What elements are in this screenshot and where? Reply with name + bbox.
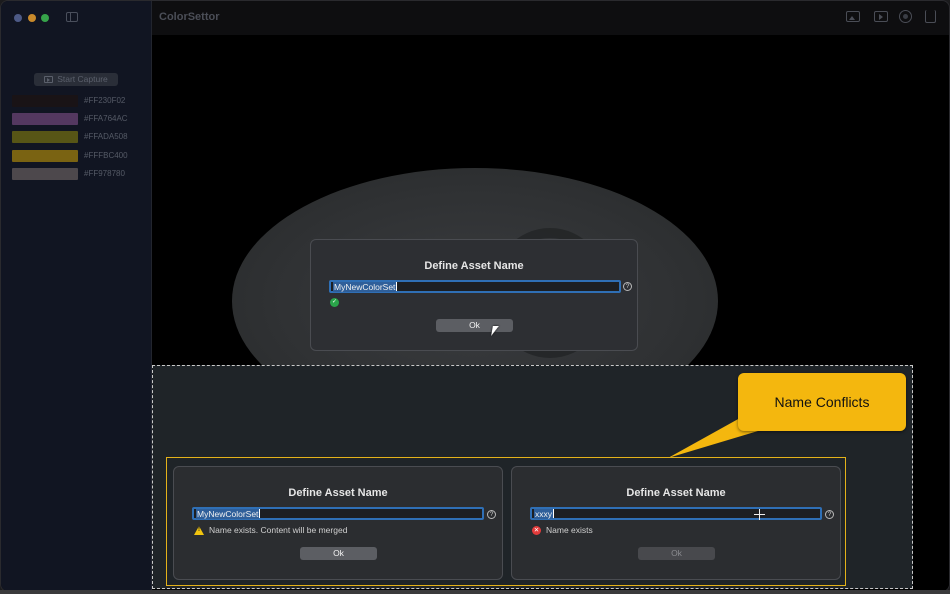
warning-icon	[194, 525, 204, 535]
swatch-hex: #FFADA508	[84, 132, 128, 141]
bottom-edge	[0, 590, 950, 594]
photo-icon[interactable]	[846, 11, 860, 22]
maximize-window-button[interactable]	[41, 14, 49, 22]
asset-name-value: MyNewColorSet	[333, 281, 397, 292]
swatch-hex: #FFA764AC	[84, 114, 128, 123]
help-icon[interactable]: ?	[825, 510, 834, 519]
minimize-window-button[interactable]	[28, 14, 36, 22]
start-capture-button[interactable]: Start Capture	[34, 73, 118, 86]
define-asset-dialog: Define Asset Name MyNewColorSet ? ✓ Ok	[310, 239, 638, 351]
asset-name-input[interactable]: MyNewColorSet	[192, 507, 484, 520]
asset-name-input[interactable]: MyNewColorSet	[329, 280, 621, 293]
ok-button[interactable]: Ok	[300, 547, 377, 560]
swatch-hex: #FF978780	[84, 169, 125, 178]
dialog-title: Define Asset Name	[424, 260, 524, 272]
app-title: ColorSettor	[159, 11, 220, 23]
error-message-text: Name exists	[546, 525, 593, 535]
warning-message: Name exists. Content will be merged	[194, 525, 347, 535]
check-icon: ✓	[330, 298, 339, 307]
swatch-row[interactable]: #FF978780	[12, 167, 142, 180]
swatch-hex: #FF230F02	[84, 96, 126, 105]
name-conflicts-callout: Name Conflicts	[738, 373, 906, 431]
dialog-title: Define Asset Name	[626, 487, 726, 499]
dialog-title: Define Asset Name	[288, 487, 388, 499]
eye-icon[interactable]	[899, 10, 912, 23]
ok-button[interactable]: Ok	[436, 319, 513, 332]
error-message: ✕ Name exists	[532, 525, 593, 535]
swatch-color	[12, 112, 78, 125]
warning-message-text: Name exists. Content will be merged	[209, 525, 348, 535]
crosshair-cursor-icon	[754, 509, 765, 520]
help-icon[interactable]: ?	[623, 282, 632, 291]
start-capture-label: Start Capture	[57, 74, 108, 84]
merge-warning-dialog: Define Asset Name MyNewColorSet ? Name e…	[173, 466, 503, 580]
asset-name-input[interactable]: xxxy	[530, 507, 822, 520]
ok-button-disabled[interactable]: Ok	[638, 547, 715, 560]
swatch-color	[12, 94, 78, 107]
asset-name-value: xxxy	[534, 508, 553, 519]
name-exists-dialog: Define Asset Name xxxy ? ✕ Name exists O…	[511, 466, 841, 580]
swatch-color	[12, 167, 78, 180]
sidebar: Start Capture #FF230F02 #FFA764AC #FFADA…	[1, 1, 152, 591]
help-icon[interactable]: ?	[487, 510, 496, 519]
swatch-color	[12, 130, 78, 143]
swatch-row[interactable]: #FF230F02	[12, 94, 142, 107]
swatch-hex: #FFFBC400	[84, 151, 128, 160]
asset-name-value: MyNewColorSet	[196, 508, 260, 519]
swatch-row[interactable]: #FFA764AC	[12, 112, 142, 125]
share-icon[interactable]	[925, 10, 936, 23]
swatch-row[interactable]: #FFADA508	[12, 130, 142, 143]
capture-icon	[44, 76, 54, 83]
swatch-color	[12, 149, 78, 162]
error-icon: ✕	[532, 525, 541, 535]
swatch-row[interactable]: #FFFBC400	[12, 149, 142, 162]
sidebar-toggle-icon[interactable]	[66, 12, 78, 22]
close-window-button[interactable]	[14, 14, 22, 22]
play-icon[interactable]	[874, 11, 888, 22]
